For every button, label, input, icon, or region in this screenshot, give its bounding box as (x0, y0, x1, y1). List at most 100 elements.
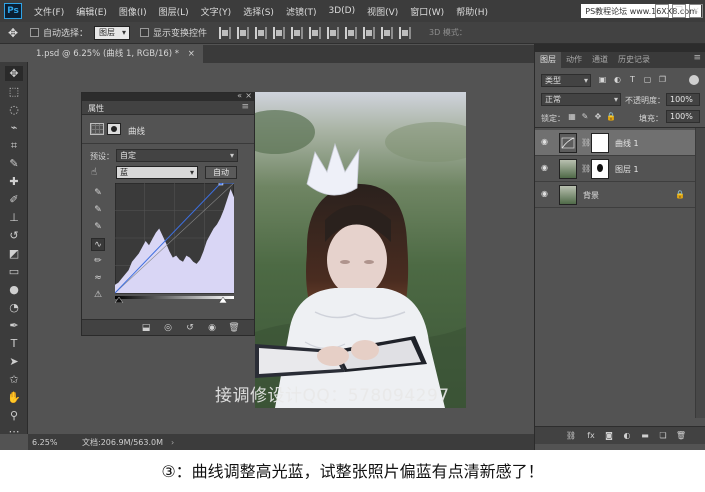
align-top-edges-icon[interactable] (219, 26, 232, 39)
tab-history[interactable]: 历史记录 (613, 52, 655, 68)
tab-channels[interactable]: 通道 (587, 52, 613, 68)
auto-select-checkbox[interactable] (30, 28, 39, 37)
layer-name[interactable]: 曲线 1 (615, 138, 639, 149)
on-image-adjust-icon[interactable]: ☝ (91, 167, 97, 178)
preset-dropdown[interactable]: 自定 (116, 149, 238, 162)
history-brush-tool-icon[interactable]: ↺ (5, 228, 23, 243)
curve-point-tool-icon[interactable]: ∿ (91, 238, 105, 251)
channel-dropdown[interactable]: 蓝 (116, 166, 198, 179)
opacity-field[interactable]: 100% (666, 93, 700, 106)
layer-kind-filter-dropdown[interactable]: 类型 (541, 74, 591, 87)
eyedropper-tool-icon[interactable]: ✎ (5, 156, 23, 171)
blend-mode-dropdown[interactable]: 正常 (541, 93, 621, 106)
filter-adjustment-icon[interactable]: ◐ (612, 74, 623, 86)
lock-image-pixels-icon[interactable]: ✎ (580, 111, 590, 122)
layers-scrollbar[interactable] (695, 128, 705, 418)
reset-icon[interactable]: ↺ (184, 322, 196, 334)
eraser-tool-icon[interactable]: ◩ (5, 246, 23, 261)
status-menu-arrow-icon[interactable]: › (171, 438, 174, 447)
fill-field[interactable]: 100% (666, 110, 700, 123)
layer-visibility-eye-icon[interactable]: ◉ (541, 138, 551, 146)
panel-menu-icon[interactable]: ≡ (241, 102, 249, 112)
curve-control-point[interactable] (218, 183, 224, 186)
curves-adjustment-icon[interactable] (90, 123, 104, 135)
close-panel-icon[interactable]: × (245, 91, 252, 100)
menu-type[interactable]: 文字(Y) (195, 5, 238, 18)
white-point-eyedropper-icon[interactable]: ✎ (91, 221, 105, 234)
type-tool-icon[interactable]: T (5, 336, 23, 351)
move-tool-icon[interactable]: ✥ (5, 66, 23, 81)
menu-3d[interactable]: 3D(D) (322, 6, 361, 16)
layer-name[interactable]: 背景 (583, 190, 599, 201)
menu-image[interactable]: 图像(I) (113, 5, 153, 18)
pencil-draw-icon[interactable]: ✏ (91, 255, 105, 268)
lock-transparent-pixels-icon[interactable]: ▦ (567, 111, 577, 122)
tab-layers[interactable]: 图层 (535, 52, 561, 68)
layer-mask-thumbnail[interactable] (591, 159, 609, 179)
menu-layer[interactable]: 图层(L) (153, 5, 195, 18)
move-tool-icon[interactable]: ✥ (6, 26, 20, 40)
mask-link-chain-icon[interactable]: ⛓ (581, 164, 591, 173)
layer-name[interactable]: 图层 1 (615, 164, 639, 175)
clip-to-layer-icon[interactable]: ⬓ (140, 322, 152, 334)
view-previous-state-icon[interactable]: ◎ (162, 322, 174, 334)
align-left-edges-icon[interactable] (273, 26, 286, 39)
crop-tool-icon[interactable]: ⌗ (5, 138, 23, 153)
gray-point-eyedropper-icon[interactable]: ✎ (91, 204, 105, 217)
align-horizontal-centers-icon[interactable] (291, 26, 304, 39)
brush-tool-icon[interactable]: ✐ (5, 192, 23, 207)
collapse-icon[interactable]: « (237, 91, 242, 100)
shape-tool-icon[interactable]: ✩ (5, 372, 23, 387)
curves-graph[interactable] (115, 183, 234, 303)
lock-all-icon[interactable]: 🔒 (606, 111, 616, 122)
gradient-tool-icon[interactable]: ▭ (5, 264, 23, 279)
visibility-eye-icon[interactable]: ◉ (206, 322, 218, 334)
auto-select-dropdown[interactable]: 图层 (94, 25, 131, 40)
layers-panel-menu-icon[interactable]: ≡ (693, 53, 701, 63)
filter-smart-object-icon[interactable]: ❐ (657, 74, 668, 86)
show-transform-checkbox[interactable] (140, 28, 150, 37)
filter-shape-icon[interactable]: ▢ (642, 74, 653, 86)
auto-button[interactable]: 自动 (205, 166, 237, 179)
menu-filter[interactable]: 滤镜(T) (280, 5, 323, 18)
menu-file[interactable]: 文件(F) (28, 5, 70, 18)
tab-actions[interactable]: 动作 (561, 52, 587, 68)
align-right-edges-icon[interactable] (309, 26, 322, 39)
menu-edit[interactable]: 编辑(E) (70, 5, 113, 18)
clipping-warning-icon[interactable]: ⚠ (91, 289, 105, 302)
filter-type-icon[interactable]: T (627, 74, 638, 86)
layer-row-image[interactable]: ◉ ⛓ 图层 1 (535, 156, 695, 182)
layer-mask-icon[interactable] (107, 123, 121, 135)
properties-panel-titlebar[interactable]: « × (82, 91, 254, 101)
hand-tool-icon[interactable]: ✋ (5, 390, 23, 405)
layer-visibility-eye-icon[interactable]: ◉ (541, 164, 551, 172)
clone-stamp-tool-icon[interactable]: ⊥ (5, 210, 23, 225)
minimize-icon[interactable]: – (655, 4, 669, 18)
distribute-left-icon[interactable] (381, 26, 394, 39)
menu-window[interactable]: 窗口(W) (404, 5, 450, 18)
marquee-tool-icon[interactable]: ⬚ (5, 84, 23, 99)
layer-visibility-eye-icon[interactable]: ◉ (541, 190, 551, 198)
close-icon[interactable]: × (689, 4, 703, 18)
restore-icon[interactable]: ❐ (672, 4, 686, 18)
zoom-tool-icon[interactable]: ⚲ (5, 408, 23, 423)
menu-view[interactable]: 视图(V) (361, 5, 404, 18)
path-selection-tool-icon[interactable]: ➤ (5, 354, 23, 369)
layer-row-background[interactable]: ◉ 背景 🔒 (535, 182, 695, 208)
menu-help[interactable]: 帮助(H) (450, 5, 494, 18)
layer-mask-thumbnail[interactable] (591, 133, 609, 153)
close-tab-icon[interactable]: × (188, 49, 195, 59)
distribute-bottom-icon[interactable] (363, 26, 376, 39)
distribute-right-icon[interactable] (399, 26, 412, 39)
delete-adjustment-icon[interactable]: 🗑 (228, 322, 240, 334)
align-bottom-edges-icon[interactable] (255, 26, 268, 39)
link-layers-icon[interactable]: ⛓ (565, 430, 577, 442)
smooth-curve-icon[interactable]: ≈ (91, 272, 105, 285)
lock-position-icon[interactable]: ✥ (593, 111, 603, 122)
document-tab[interactable]: 1.psd @ 6.25% (曲线 1, RGB/16) * × (28, 45, 203, 63)
quick-select-tool-icon[interactable]: ⌁ (5, 120, 23, 135)
pen-tool-icon[interactable]: ✒ (5, 318, 23, 333)
mask-link-chain-icon[interactable]: ⛓ (581, 138, 591, 147)
distribute-center-icon[interactable] (345, 26, 358, 39)
new-layer-icon[interactable]: ❏ (657, 430, 669, 442)
